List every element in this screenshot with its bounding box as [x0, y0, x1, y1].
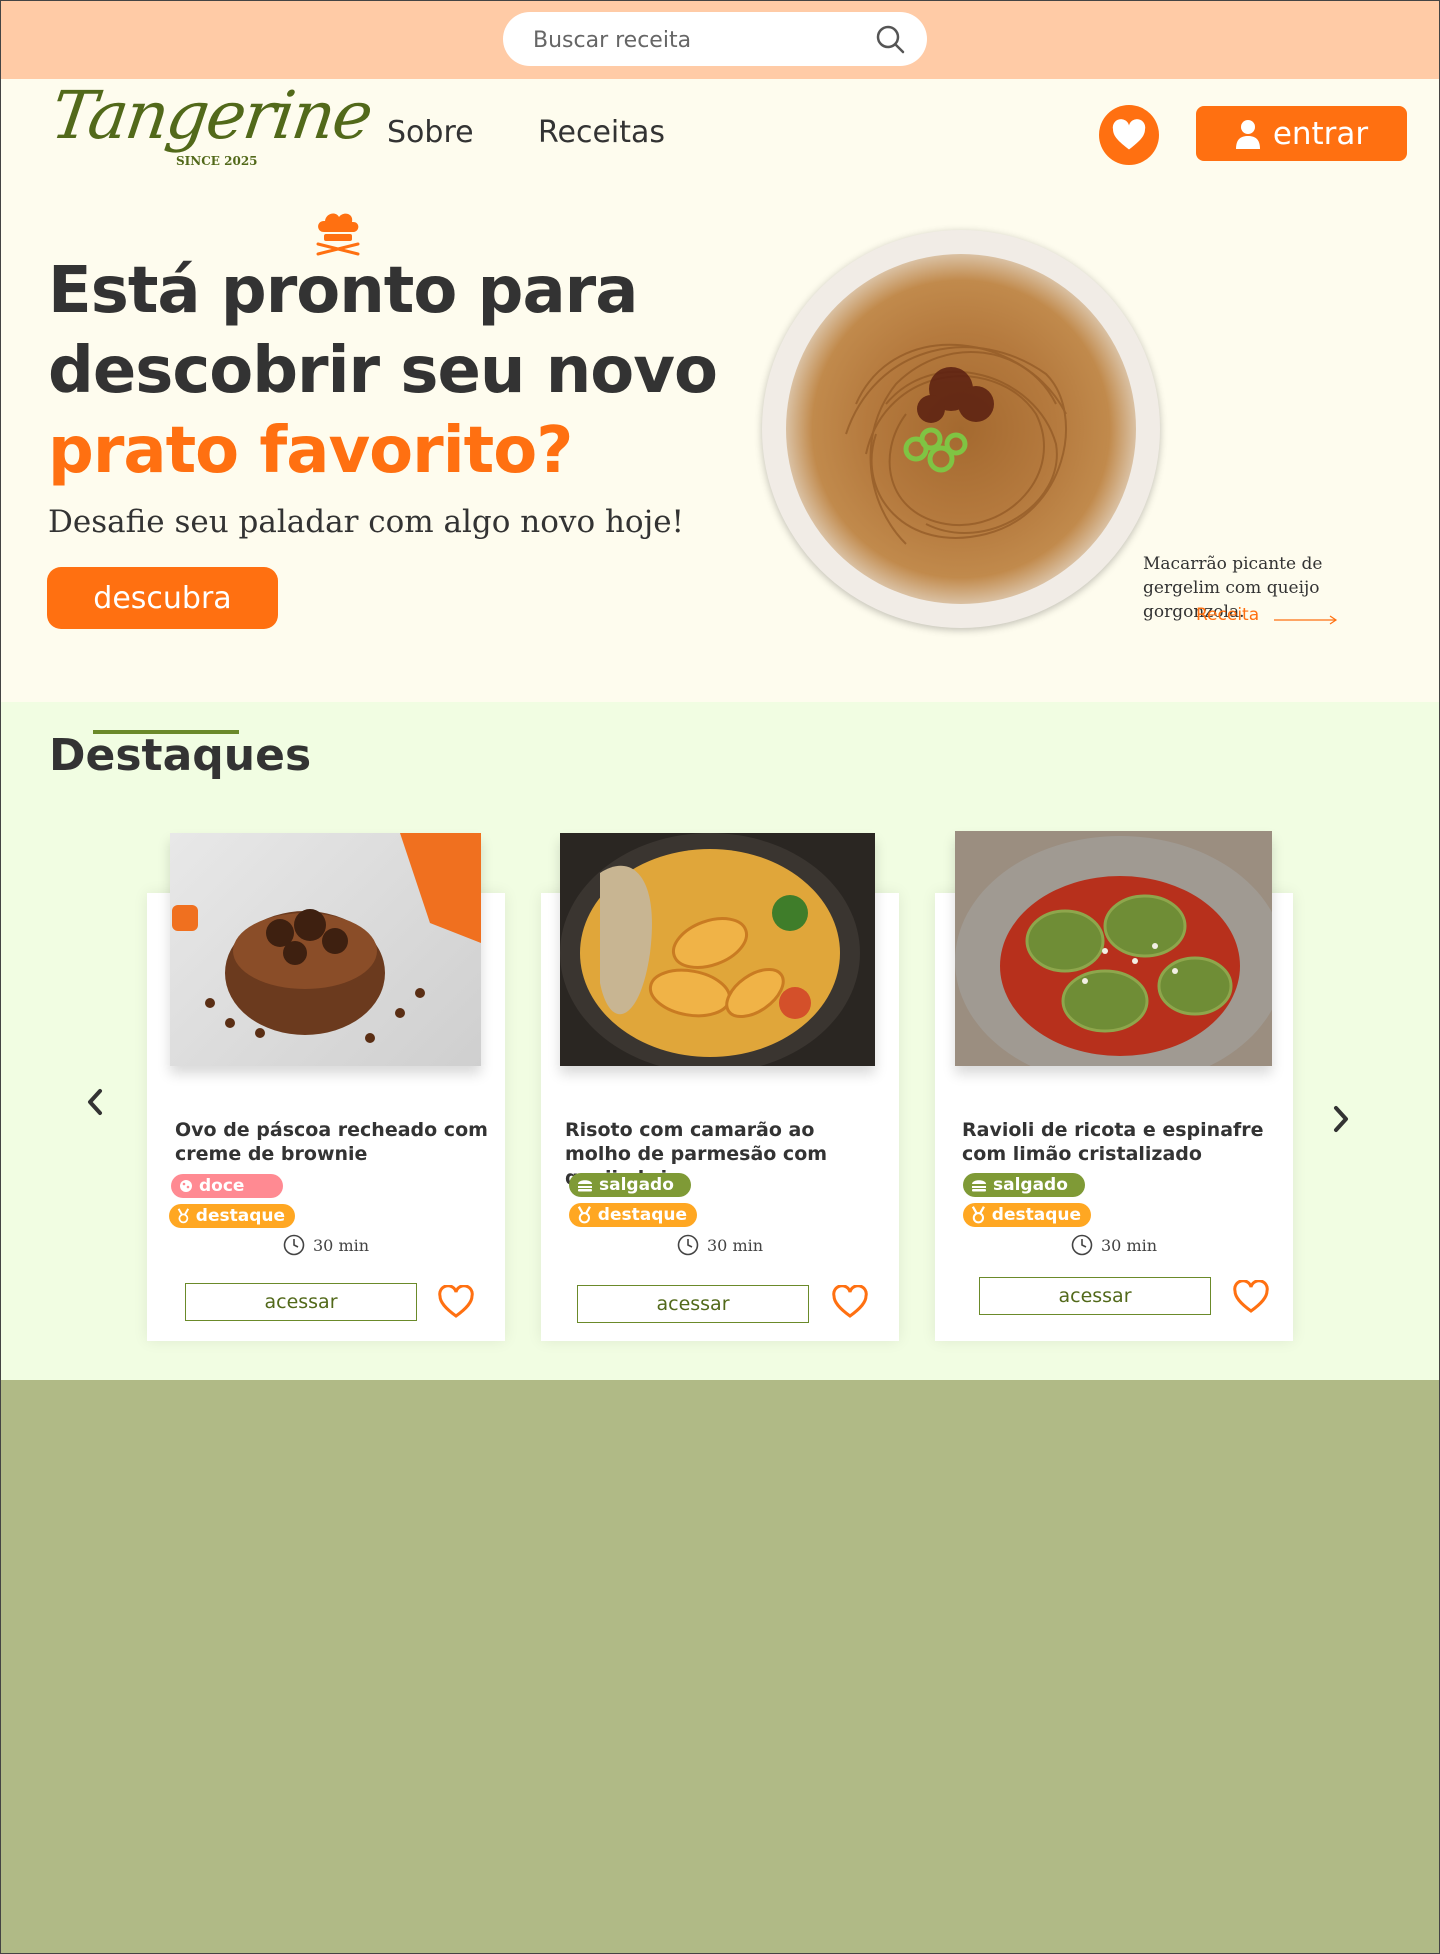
recipe-card[interactable]: Ravioli de ricota e espinafre com limão … [935, 831, 1293, 1341]
prep-time: 30 min [677, 1234, 763, 1256]
category-label: doce [199, 1176, 245, 1196]
recipe-title[interactable]: Ravioli de ricota e espinafre com limão … [962, 1118, 1282, 1166]
recipe-image[interactable] [170, 833, 481, 1066]
badge-label: destaque [991, 1205, 1081, 1225]
hero-title-line1: Está pronto para [48, 254, 638, 328]
recipe-title[interactable]: Ovo de páscoa recheado com creme de brow… [175, 1118, 495, 1166]
clock-icon [1071, 1234, 1093, 1256]
access-button[interactable]: acessar [185, 1283, 417, 1321]
badge-label: destaque [597, 1205, 687, 1225]
category-label: salgado [993, 1175, 1068, 1195]
chevron-right-icon [1334, 1106, 1348, 1132]
logo-since: SINCE 2025 [176, 154, 258, 168]
chevron-left-icon [88, 1089, 102, 1115]
recipe-image[interactable] [955, 831, 1272, 1066]
noodle-texture [845, 343, 1067, 545]
prep-time-label: 30 min [1101, 1235, 1158, 1255]
nav-about-link[interactable]: Sobre [387, 115, 474, 150]
hero-section: Está pronto para descobrir seu novo prat… [0, 204, 1440, 702]
medal-icon [971, 1206, 985, 1224]
burger-icon [578, 1180, 592, 1192]
nav-recipes-link[interactable]: Receitas [538, 115, 665, 150]
medal-icon [577, 1206, 591, 1224]
featured-recipe-link[interactable]: Receita [1196, 605, 1259, 625]
access-button[interactable]: acessar [979, 1277, 1211, 1315]
recipe-image[interactable] [560, 833, 875, 1066]
search-input[interactable] [531, 12, 865, 68]
carousel-prev-button[interactable] [77, 1084, 113, 1120]
search-bar [0, 0, 1440, 79]
hero-title-line2: descobrir seu novo [48, 334, 718, 408]
heart-icon[interactable] [1232, 1280, 1270, 1314]
login-label: entrar [1272, 115, 1369, 152]
badge-label: destaque [195, 1206, 285, 1226]
favorites-button[interactable] [1099, 105, 1159, 165]
cookie-icon [180, 1180, 192, 1192]
chef-hat-icon [316, 213, 360, 256]
recipe-card[interactable]: Ovo de páscoa recheado com creme de brow… [147, 833, 505, 1341]
risotto-image [560, 833, 860, 1066]
login-button[interactable]: entrar [1196, 106, 1407, 161]
search-icon[interactable] [875, 24, 905, 54]
logo-wordmark: Tangerine [46, 77, 376, 154]
featured-dish-caption: Macarrão picante de gergelim com queijo … [1143, 554, 1323, 622]
heart-icon [1112, 119, 1146, 150]
carousel-next-button[interactable] [1323, 1101, 1359, 1137]
header: Tangerine SINCE 2025 Sobre Receitas entr… [0, 77, 1440, 204]
highlight-badge: destaque [169, 1204, 295, 1228]
category-label: salgado [599, 1175, 674, 1195]
heart-icon[interactable] [437, 1285, 475, 1319]
ravioli-image [955, 831, 1272, 1066]
medal-icon [177, 1208, 190, 1224]
user-icon [1235, 119, 1260, 149]
highlight-badge: destaque [963, 1203, 1091, 1227]
chocolate-egg-image [172, 833, 481, 1043]
prep-time-label: 30 min [313, 1235, 370, 1255]
highlights-section: Destaques Ovo de páscoa recheado com cre… [0, 702, 1440, 1380]
hero-title-line3: prato favorito? [48, 414, 573, 488]
clock-icon [677, 1234, 699, 1256]
burger-icon [972, 1180, 986, 1192]
prep-time-label: 30 min [707, 1235, 764, 1255]
section-title: Destaques [49, 730, 312, 781]
category-tag: salgado [569, 1173, 691, 1197]
search-box[interactable] [503, 12, 927, 68]
access-button[interactable]: acessar [577, 1285, 809, 1323]
category-tag: doce [171, 1174, 283, 1198]
discover-button[interactable]: descubra [47, 567, 278, 629]
prep-time: 30 min [1071, 1234, 1157, 1256]
prep-time: 30 min [283, 1234, 369, 1256]
footer-section [0, 1380, 1440, 1954]
noodles [786, 254, 1136, 604]
hero-subtitle: Desafie seu paladar com algo novo hoje! [48, 504, 684, 540]
clock-icon [283, 1234, 305, 1256]
featured-dish-image [762, 230, 1160, 628]
heart-icon[interactable] [831, 1285, 869, 1319]
highlight-badge: destaque [569, 1203, 697, 1227]
recipe-card[interactable]: Risoto com camarão ao molho de parmesão … [541, 833, 899, 1341]
category-tag: salgado [963, 1173, 1085, 1197]
logo[interactable]: Tangerine SINCE 2025 [47, 77, 376, 184]
arrow-right-icon[interactable] [1274, 614, 1338, 626]
